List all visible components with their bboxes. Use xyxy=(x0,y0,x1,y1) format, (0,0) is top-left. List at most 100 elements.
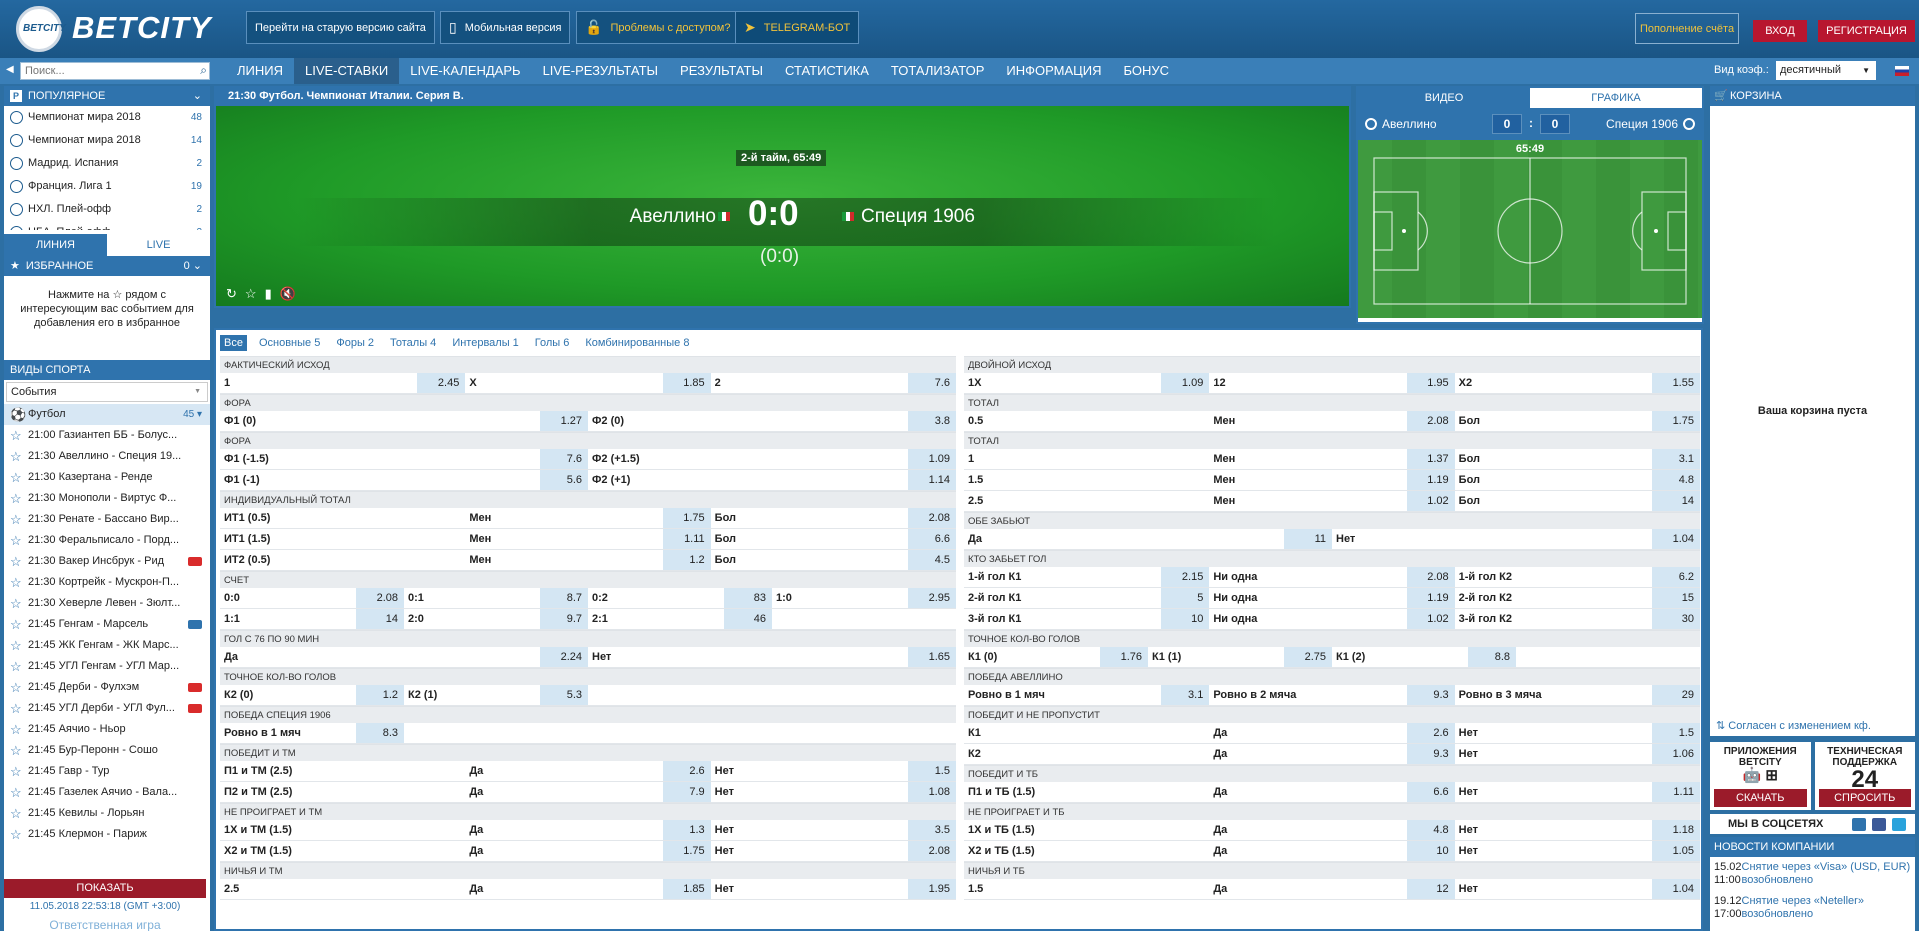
market-tab[interactable]: Основные 5 xyxy=(255,335,324,351)
odds-value[interactable]: 1.85 xyxy=(662,373,711,393)
market-cell[interactable]: Ф1 (-1.5) 7.6 xyxy=(220,449,588,469)
odds-value[interactable]: 1.11 xyxy=(1651,782,1700,802)
ask-button[interactable]: СПРОСИТЬ xyxy=(1818,789,1911,807)
market-cell[interactable]: 0:2 83 xyxy=(588,588,772,608)
star-icon[interactable]: ☆ xyxy=(10,551,22,572)
market-cell[interactable]: 3-й гол К2 30 xyxy=(1455,609,1700,629)
market-cell[interactable]: Да 1.3 xyxy=(465,820,711,840)
market-cell[interactable]: К1 (0) 1.76 xyxy=(964,647,1148,667)
star-icon[interactable]: ☆ xyxy=(10,656,22,677)
market-cell[interactable]: 1:0 2.95 xyxy=(772,588,956,608)
odds-value[interactable]: 12 xyxy=(1406,879,1455,899)
odds-value[interactable]: 1.06 xyxy=(1651,744,1700,764)
market-tab[interactable]: Все xyxy=(220,335,247,351)
market-cell[interactable]: Да 12 xyxy=(1209,879,1455,899)
news-item[interactable]: 19.12 17:00 Снятие через «Neteller» возобн… xyxy=(1710,891,1915,925)
facebook-icon[interactable] xyxy=(1872,818,1886,831)
match-item[interactable]: ☆ 21:45 Аячио - Ньор xyxy=(4,719,210,740)
video-icon[interactable] xyxy=(188,683,202,692)
odds-value[interactable]: 4.8 xyxy=(1651,470,1700,490)
star-icon[interactable]: ☆ xyxy=(10,614,22,635)
odds-value[interactable]: 1.19 xyxy=(1406,588,1455,608)
match-item[interactable]: ☆ 21:30 Феральписало - Порд... xyxy=(4,530,210,551)
odds-value[interactable]: 1.37 xyxy=(1406,449,1455,469)
match-item[interactable]: ☆ 21:00 Газиантеп ББ - Болус... xyxy=(4,425,210,446)
sports-select[interactable]: События ▼ xyxy=(6,382,208,402)
market-cell[interactable]: Нет 1.5 xyxy=(1455,723,1700,743)
odds-value[interactable]: 3.1 xyxy=(1161,685,1210,705)
access-problems-button[interactable]: 🔓 Проблемы с доступом? xyxy=(576,11,740,44)
star-icon[interactable]: ☆ xyxy=(10,509,22,530)
market-cell[interactable]: Да 9.3 xyxy=(1209,744,1455,764)
market-cell[interactable]: Нет 1.95 xyxy=(711,879,956,899)
market-cell[interactable]: 1:1 14 xyxy=(220,609,404,629)
odds-value[interactable]: 1.5 xyxy=(907,761,956,781)
match-item[interactable]: ☆ 21:30 Ренате - Бассано Вир... xyxy=(4,509,210,530)
market-cell[interactable]: 2 7.6 xyxy=(711,373,956,393)
star-icon[interactable]: ☆ xyxy=(10,740,22,761)
market-tab[interactable]: Интервалы 1 xyxy=(448,335,522,351)
tab-line[interactable]: ЛИНИЯ xyxy=(4,234,107,256)
odds-value[interactable]: 10 xyxy=(1406,841,1455,861)
market-cell[interactable]: К1 (1) 2.75 xyxy=(1148,647,1332,667)
star-icon[interactable]: ☆ xyxy=(10,425,22,446)
market-cell[interactable]: 3-й гол К1 10 xyxy=(964,609,1210,629)
responsible-game-link[interactable]: Ответственная игра xyxy=(4,918,206,931)
star-icon[interactable]: ☆ xyxy=(10,761,22,782)
odds-value[interactable]: 1.11 xyxy=(662,529,711,549)
market-cell[interactable]: Ф2 (0) 3.8 xyxy=(588,411,956,431)
nav-live-bets[interactable]: LIVE-СТАВКИ xyxy=(294,58,400,84)
market-cell[interactable]: Нет 1.06 xyxy=(1455,744,1700,764)
star-icon[interactable]: ☆ xyxy=(10,488,22,509)
market-cell[interactable]: Нет 1.65 xyxy=(588,647,956,667)
market-cell[interactable]: 2:1 46 xyxy=(588,609,772,629)
odds-value[interactable]: 1.05 xyxy=(1651,841,1700,861)
market-cell[interactable]: Нет 1.5 xyxy=(711,761,956,781)
market-cell[interactable]: Ф1 (-1) 5.6 xyxy=(220,470,588,490)
odds-value[interactable]: 4.5 xyxy=(907,550,956,570)
popular-item[interactable]: Франция. Лига 1 19 xyxy=(4,175,210,198)
star-icon[interactable]: ☆ xyxy=(10,803,22,824)
popular-item[interactable]: НБА. Плей-офф 2 xyxy=(4,221,210,230)
market-cell[interactable]: 1X 1.09 xyxy=(964,373,1210,393)
odds-value[interactable]: 1.02 xyxy=(1406,491,1455,511)
market-cell[interactable]: Мен 1.02 xyxy=(1209,491,1455,511)
tab-live[interactable]: LIVE xyxy=(107,234,210,256)
odds-value[interactable]: 1.95 xyxy=(907,879,956,899)
tab-graphics[interactable]: ГРАФИКА xyxy=(1530,88,1702,108)
odds-value[interactable]: 14 xyxy=(1651,491,1700,511)
market-cell[interactable]: Мен 2.08 xyxy=(1209,411,1455,431)
star-icon[interactable]: ☆ xyxy=(245,286,257,302)
odds-value[interactable]: 1.76 xyxy=(1100,647,1148,667)
star-icon[interactable]: ☆ xyxy=(10,824,22,845)
market-cell[interactable]: 2-й гол К1 5 xyxy=(964,588,1210,608)
match-item[interactable]: ☆ 21:30 Хеверле Левен - Зюлт... xyxy=(4,593,210,614)
odds-value[interactable]: 2.08 xyxy=(1406,411,1455,431)
nav-results[interactable]: РЕЗУЛЬТАТЫ xyxy=(669,58,774,84)
market-cell[interactable]: 1 2.45 xyxy=(220,373,466,393)
odds-value[interactable]: 4.8 xyxy=(1406,820,1455,840)
market-cell[interactable]: Бол 4.5 xyxy=(711,550,956,570)
nav-live-results[interactable]: LIVE-РЕЗУЛЬТАТЫ xyxy=(532,58,669,84)
tab-video[interactable]: ВИДЕО xyxy=(1358,88,1530,108)
coef-select[interactable]: десятичный ▼ xyxy=(1776,61,1876,80)
login-button[interactable]: ВХОД xyxy=(1753,20,1807,42)
match-item[interactable]: ☆ 21:30 Казертана - Ренде xyxy=(4,467,210,488)
odds-value[interactable]: 1.65 xyxy=(908,647,956,667)
odds-value[interactable]: 1.75 xyxy=(1651,411,1700,431)
market-cell[interactable]: Бол 14 xyxy=(1455,491,1700,511)
odds-value[interactable]: 1.5 xyxy=(1651,723,1700,743)
match-item[interactable]: ☆ 21:30 Монополи - Виртус Ф... xyxy=(4,488,210,509)
nav-statistics[interactable]: СТАТИСТИКА xyxy=(774,58,880,84)
market-cell[interactable]: Нет 3.5 xyxy=(711,820,956,840)
odds-value[interactable]: 1.27 xyxy=(540,411,588,431)
star-icon[interactable]: ☆ xyxy=(10,446,22,467)
market-cell[interactable]: 0:1 8.7 xyxy=(404,588,588,608)
match-item[interactable]: ☆ 21:30 Авеллино - Специя 19... xyxy=(4,446,210,467)
market-cell[interactable]: Да 2.6 xyxy=(465,761,711,781)
market-cell[interactable]: Нет 1.04 xyxy=(1455,879,1700,899)
market-cell[interactable]: Да 2.6 xyxy=(1209,723,1455,743)
nav-bonus[interactable]: БОНУС xyxy=(1112,58,1180,84)
show-button[interactable]: ПОКАЗАТЬ xyxy=(4,879,206,898)
download-button[interactable]: СКАЧАТЬ xyxy=(1714,789,1807,807)
